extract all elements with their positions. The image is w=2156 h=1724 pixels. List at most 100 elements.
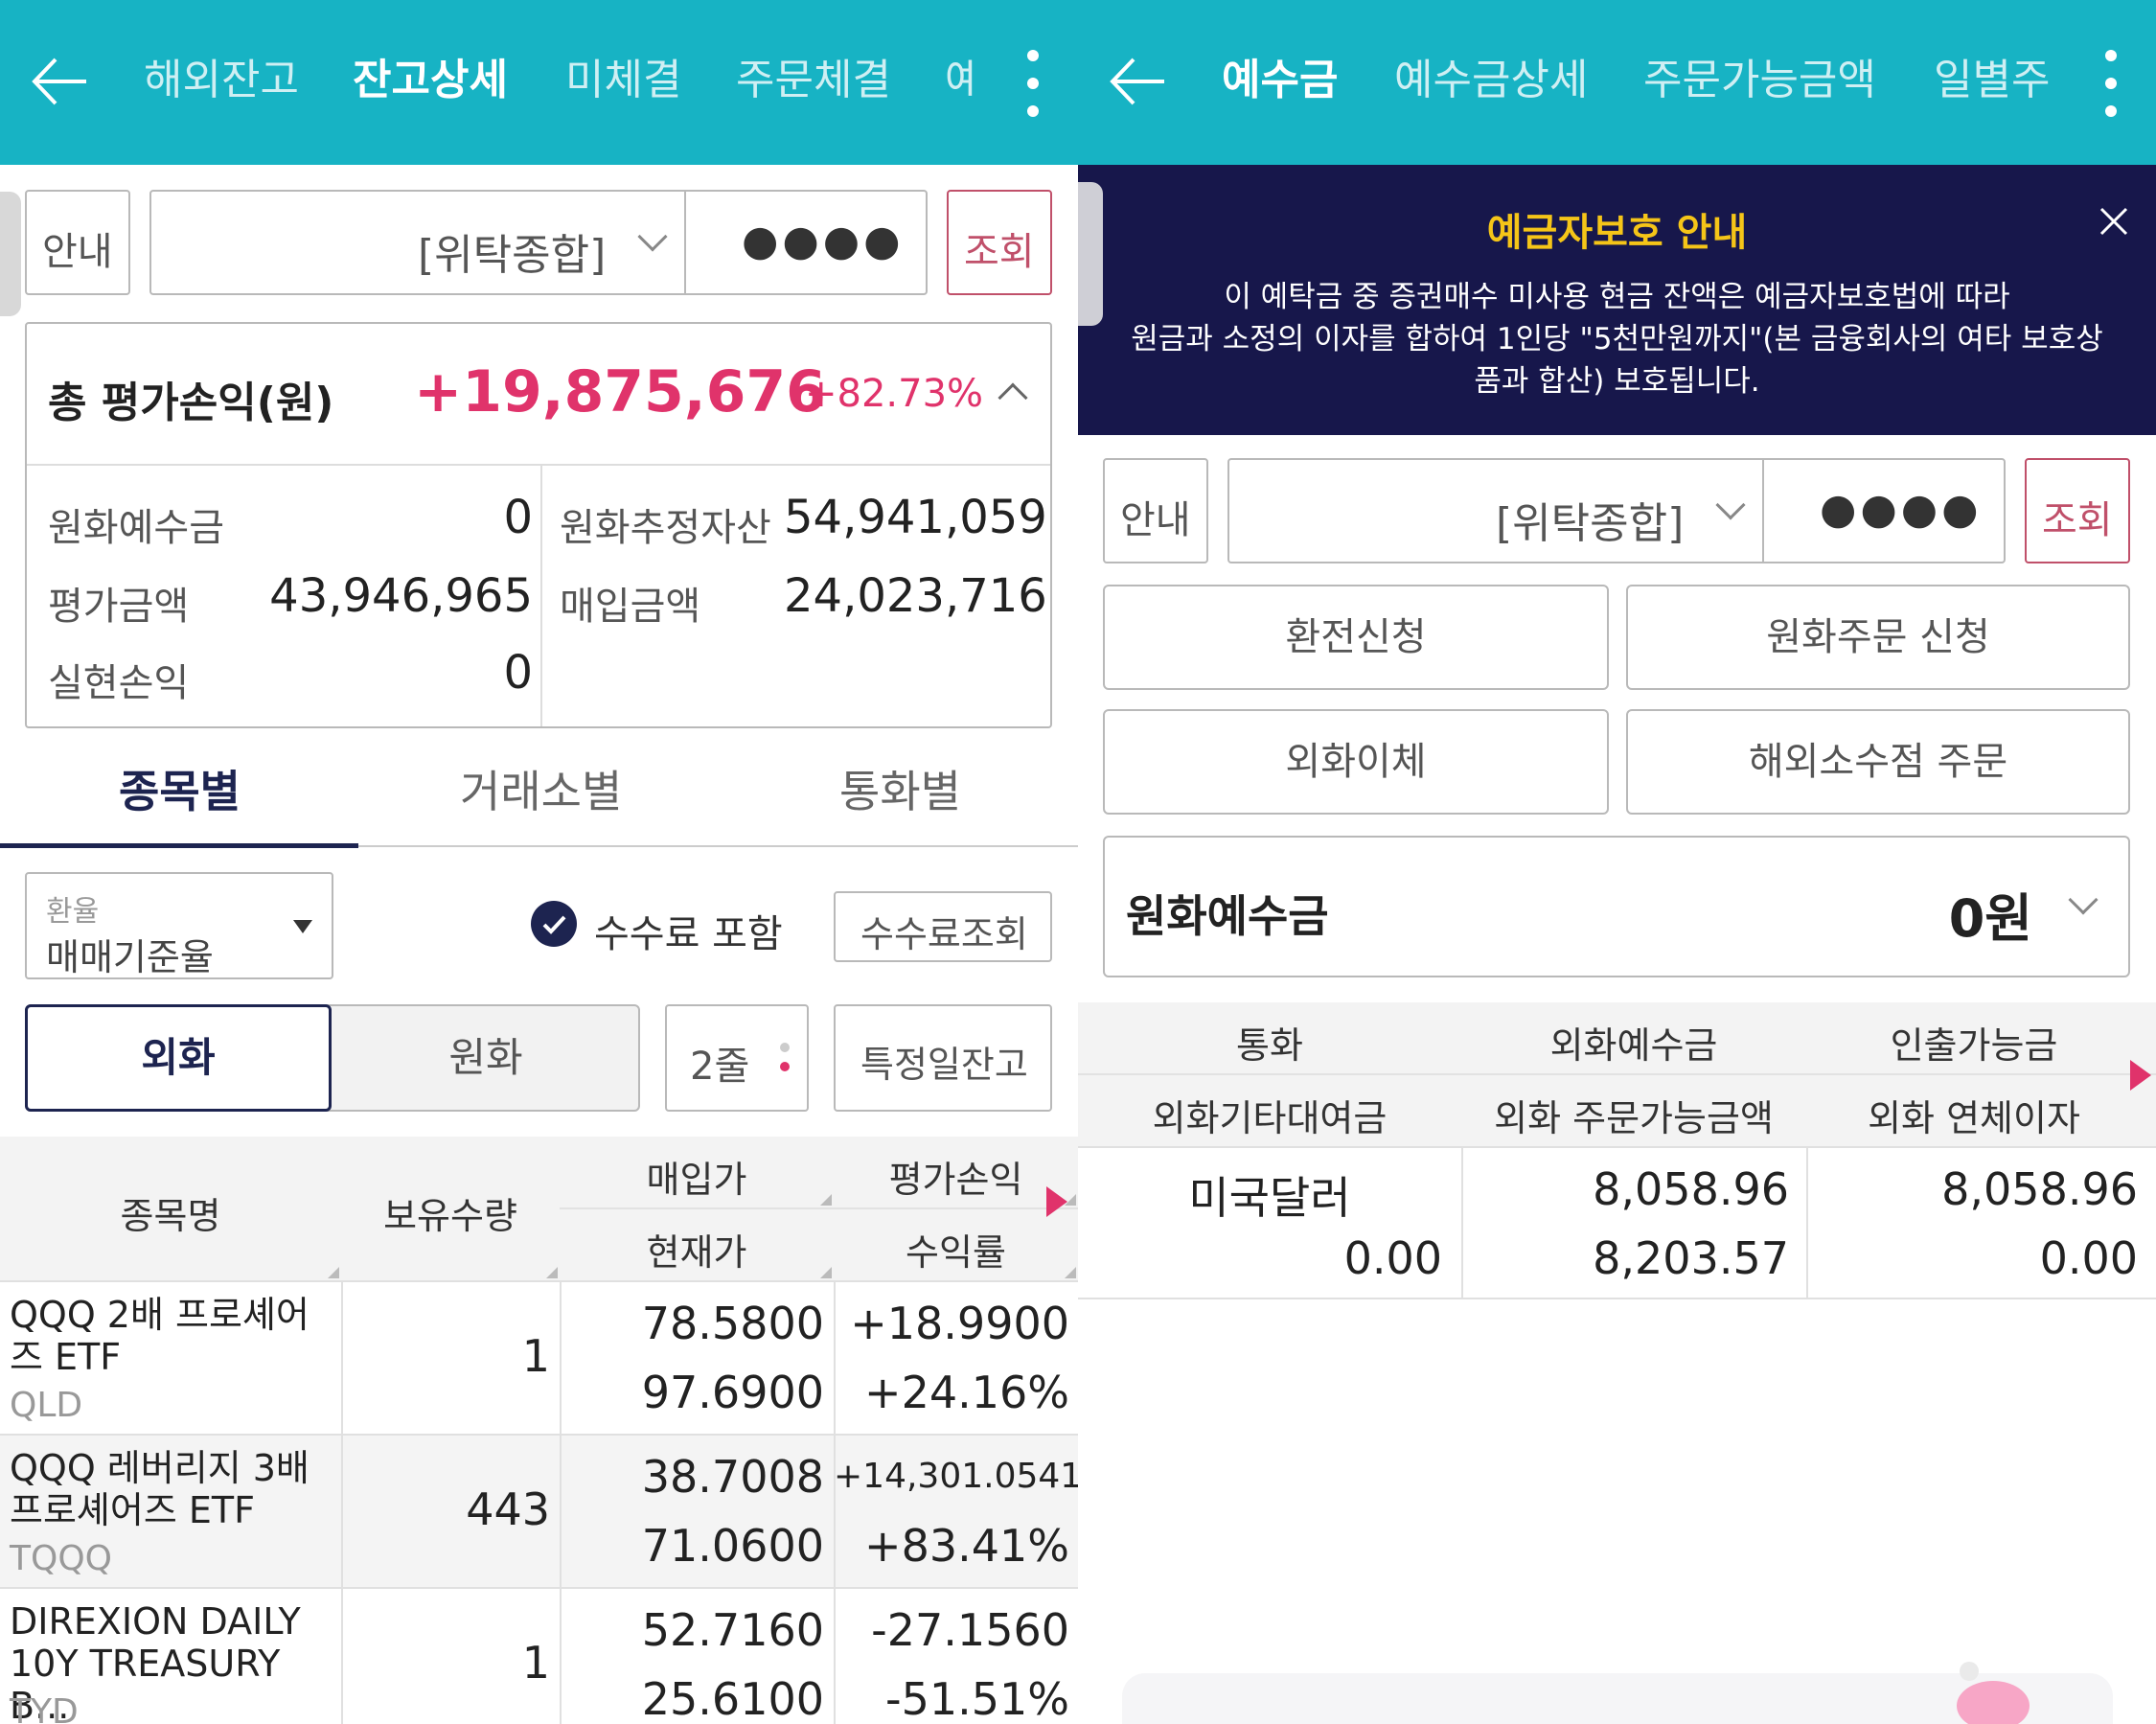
query-label: 조회 [964,230,1035,274]
subtab-by-exchange[interactable]: 거래소별 [460,757,622,820]
subtab-by-stock[interactable]: 종목별 [119,757,241,820]
close-icon[interactable] [2098,205,2130,238]
table-row[interactable]: DIREXION DAILY 10Y TREASURY B... TYD 1 5… [0,1587,1078,1724]
krw-est-assets-value: 54,941,059 [784,491,1047,544]
tab-order-filled[interactable]: 주문체결 [736,54,891,107]
back-arrow-icon[interactable] [1105,48,1172,115]
fx-transfer-button[interactable]: 외화이체 [1103,709,1609,815]
query-button[interactable]: 조회 [947,190,1052,295]
col-fx-other: 외화기타대여금 [1152,1097,1388,1139]
deposit-panel: 예수금 예수금상세 주문가능금액 일별주 예금자보호 안내 이 예탁금 중 증권… [1078,0,2156,1724]
stock-name: QQQ 레버리지 3배 프로셰어즈 ETF [10,1447,310,1531]
stock-code: QLD [10,1386,83,1425]
specific-date-balance-button[interactable]: 특정일잔고 [834,1004,1052,1112]
guide-button[interactable]: 안내 [25,190,130,295]
stock-code: TYD [10,1692,79,1724]
tab-daily[interactable]: 일별주 [1934,54,2058,107]
col-fx-overdue: 외화 연체이자 [1868,1097,2080,1139]
toggle-foreign[interactable]: 외화 [25,1004,332,1112]
back-arrow-icon[interactable] [27,48,94,115]
tab-orderable-amount[interactable]: 주문가능금액 [1643,54,1876,107]
more-menu-icon[interactable] [2101,50,2121,117]
query-label: 조회 [2042,498,2113,542]
fx-other-value: 0.00 [1343,1232,1442,1284]
holding-qty: 443 [466,1483,550,1535]
column-divider [560,1280,562,1724]
col-current-price: 현재가 [646,1231,747,1274]
eval-amount-value: 43,946,965 [269,569,533,623]
notice-line: 품과 합산) 보호됩니다. [1474,364,1760,399]
col-return: 수익률 [906,1231,1006,1274]
sort-corner-icon[interactable] [546,1267,558,1278]
tab-deposit-detail[interactable]: 예수금상세 [1394,54,1588,107]
lines-label: 2줄 [690,1045,750,1089]
table-row[interactable]: 미국달러 0.00 8,058.96 8,203.57 8,058.96 0.0… [1078,1146,2156,1299]
col-fx-deposit: 외화예수금 [1549,1024,1718,1067]
return-rate: -51.51% [885,1673,1069,1724]
sort-corner-icon[interactable] [820,1194,832,1206]
col-pl: 평가손익 [888,1159,1023,1201]
krw-deposit-label: 원화예수금 [1126,890,1329,942]
chevron-down-icon [637,221,668,252]
currency-exchange-button[interactable]: 환전신청 [1103,585,1609,690]
notice-line: 이 예탁금 중 증권매수 미사용 현금 잔액은 예금자보호법에 따라 [1224,280,2010,314]
fractional-order-button[interactable]: 해외소수점 주문 [1626,709,2130,815]
eval-pl: -27.1560 [871,1604,1069,1656]
account-selector[interactable]: [위탁종합] ●●●● [1227,458,2006,563]
table-row[interactable]: QQQ 레버리지 3배 프로셰어즈 ETF TQQQ 443 38.7008 7… [0,1434,1078,1587]
tab-more-cut[interactable]: 예 [945,54,974,107]
current-price: 25.6100 [641,1673,824,1724]
query-button[interactable]: 조회 [2025,458,2130,563]
divider [1762,460,1764,562]
subtab-by-currency[interactable]: 통화별 [839,757,961,820]
withdrawable-value: 8,058.96 [1941,1163,2138,1215]
depositor-protection-notice: 예금자보호 안내 이 예탁금 중 증권매수 미사용 현금 잔액은 예금자보호법에… [1078,165,2156,435]
tab-deposit[interactable]: 예수금 [1222,54,1338,107]
krw-est-assets-label: 원화추정자산 [560,506,771,550]
scroll-right-arrow-icon[interactable] [1046,1186,1067,1217]
fee-include-checkbox[interactable] [531,901,577,947]
guide-label: 안내 [1120,498,1191,542]
more-menu-icon[interactable] [1023,50,1043,117]
table-row[interactable]: QQQ 2배 프로셰어즈 ETF QLD 1 78.5800 97.6900 +… [0,1280,1078,1434]
krw-deposit-row[interactable]: 원화예수금 0원 [1103,836,2130,977]
notice-line: 원금과 소정의 이자를 합하여 1인당 "5천만원까지"(본 금융회사의 여타 … [1131,322,2103,356]
password-field[interactable]: ●●●● [742,217,905,265]
dot-indicator-active-icon [780,1062,790,1071]
guide-button[interactable]: 안내 [1103,458,1208,563]
chevron-down-icon [2068,885,2099,915]
side-drawer-handle[interactable] [1078,182,1103,326]
holdings-table-header: 종목명 보유수량 매입가 현재가 평가손익 수익률 [0,1137,1078,1280]
fee-query-label: 수수료조회 [860,913,1028,955]
toggle-krw[interactable]: 원화 [332,1004,640,1112]
side-drawer-handle[interactable] [0,192,21,316]
sort-corner-icon[interactable] [328,1267,339,1278]
column-divider [1461,1146,1463,1299]
password-field[interactable]: ●●●● [1820,485,1983,534]
collapse-chevron-icon[interactable] [998,382,1028,413]
scroll-right-arrow-icon[interactable] [2130,1060,2151,1091]
tab-overseas-balance[interactable]: 해외잔고 [144,54,299,107]
fee-query-button[interactable]: 수수료조회 [834,891,1052,962]
fx-table-header: 통화 외화예수금 인출가능금 외화기타대여금 외화 주문가능금액 외화 연체이자 [1078,1002,2156,1146]
fx-orderable-value: 8,203.57 [1593,1232,1789,1284]
chevron-down-icon [1715,490,1746,520]
notice-body: 이 예탁금 중 증권매수 미사용 현금 잔액은 예금자보호법에 따라 원금과 소… [1078,276,2156,402]
purchase-amount-value: 24,023,716 [784,569,1047,623]
account-selector[interactable]: [위탁종합] ●●●● [149,190,928,295]
fx-overdue-value: 0.00 [2039,1232,2138,1284]
col-fx-orderable: 외화 주문가능금액 [1494,1097,1774,1139]
col-buy-price: 매입가 [646,1159,747,1201]
tab-unfilled[interactable]: 미체결 [565,54,681,107]
tab-balance-detail[interactable]: 잔고상세 [353,54,508,107]
krw-order-request-button[interactable]: 원화주문 신청 [1626,585,2130,690]
col-qty: 보유수량 [383,1195,517,1237]
sort-corner-icon[interactable] [820,1267,832,1278]
sort-corner-icon[interactable] [1065,1267,1076,1278]
dot-indicator-icon [780,1043,790,1052]
specific-date-label: 특정일잔고 [860,1044,1028,1086]
exchange-rate-select[interactable]: 환율 매매기준율 [25,872,333,979]
stock-code: TQQQ [10,1539,112,1578]
purchase-amount-label: 매입금액 [560,585,701,629]
lines-toggle[interactable]: 2줄 [665,1004,809,1112]
